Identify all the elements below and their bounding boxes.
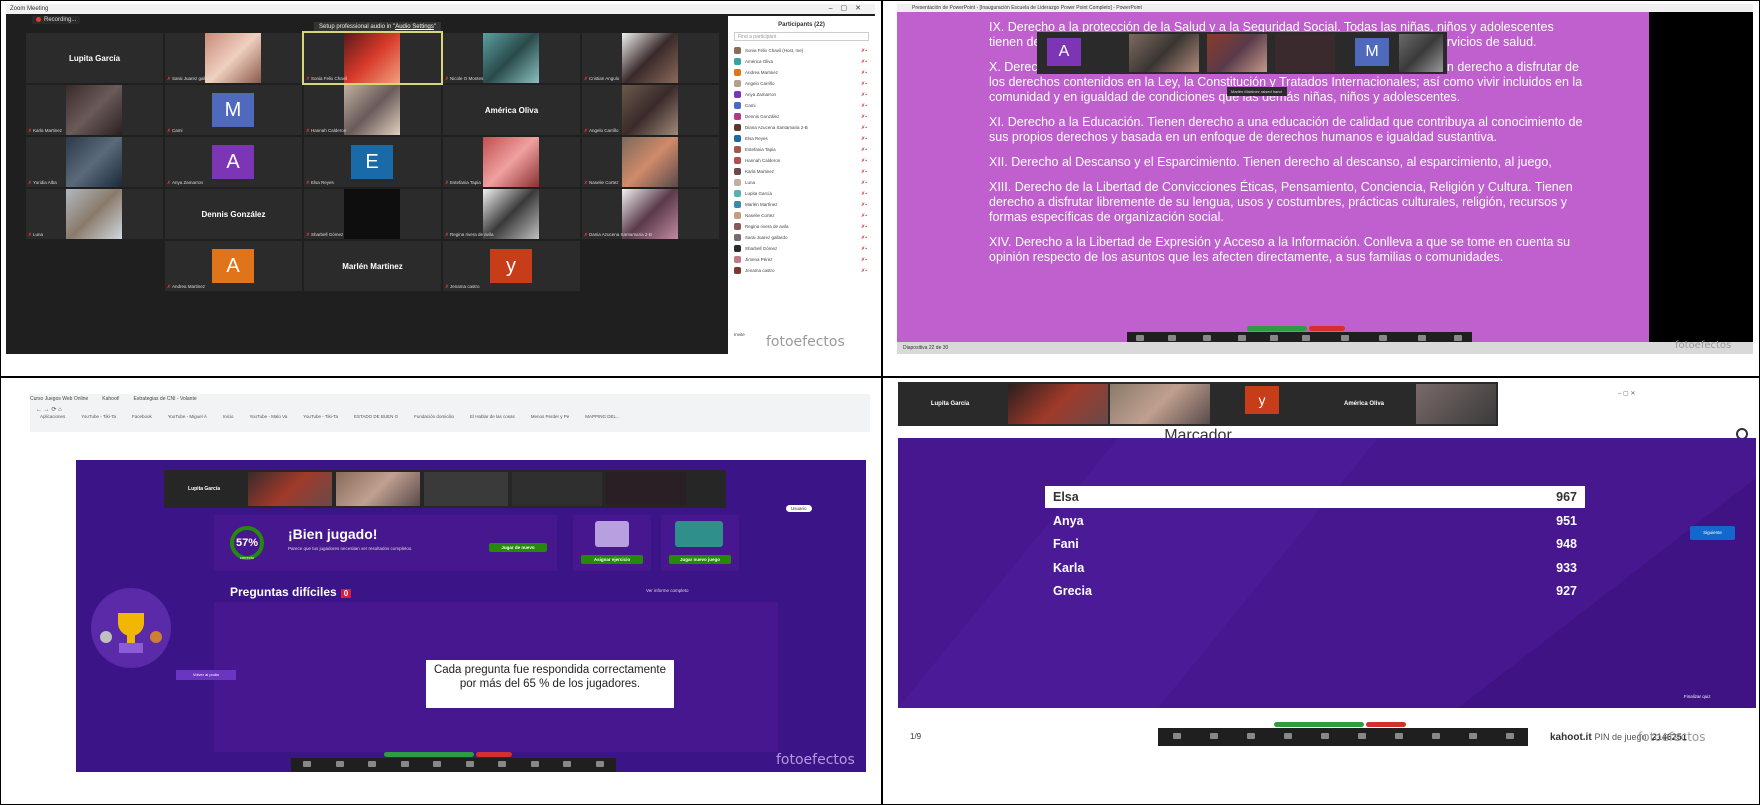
collage: Zoom Meeting –▢✕ Recording... Setup prof… (0, 0, 1760, 805)
outer-border (0, 0, 1760, 805)
